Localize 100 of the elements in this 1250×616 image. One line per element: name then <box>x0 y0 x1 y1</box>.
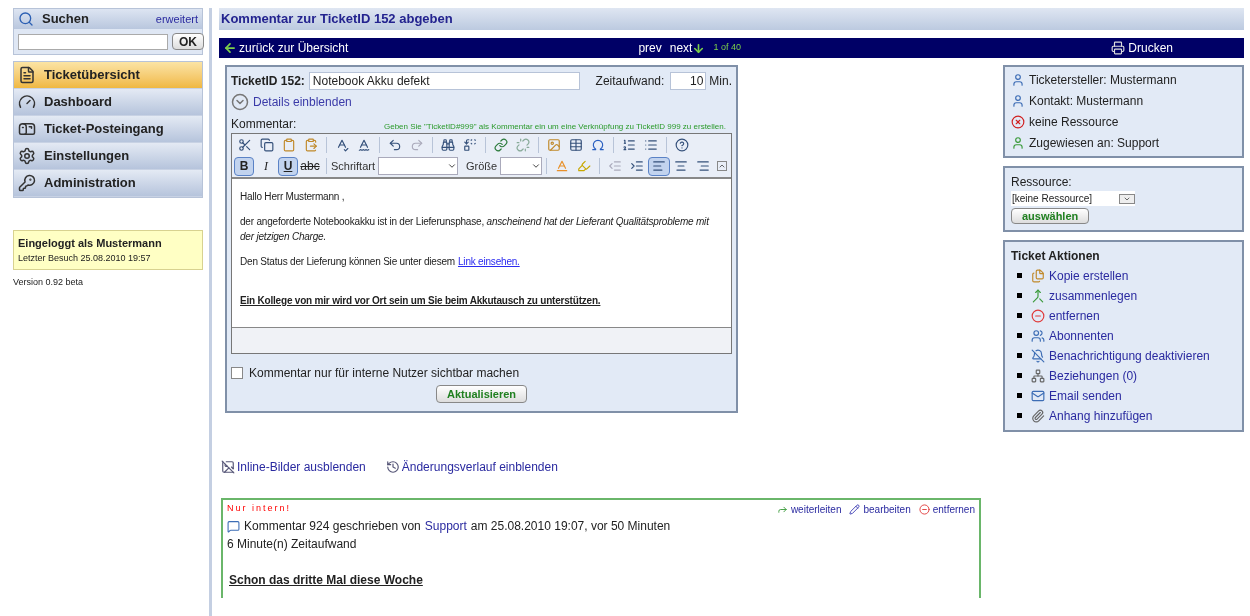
hint-text: Geben Sie "TicketID#999" als Kommentar ein um eine Verknüpfung zu TicketID 999 zu erstellen. <box>384 121 726 133</box>
nav-item[interactable]: Einstellungen <box>14 143 202 170</box>
search-title: Suchen <box>42 10 89 29</box>
history-icon <box>385 460 400 474</box>
comment-action[interactable]: entfernen <box>918 502 975 517</box>
ticket-title-field[interactable]: Notebook Akku defekt <box>308 72 580 90</box>
action-link[interactable]: Beziehungen (0) <box>1049 366 1138 385</box>
internal-label: Nur intern! <box>227 502 292 515</box>
bullet-icon <box>1017 293 1022 298</box>
key-icon <box>18 174 36 192</box>
editor-paragraph: Hallo Herr Mustermann , <box>240 190 346 204</box>
time-label: Zeitaufwand: <box>595 73 665 90</box>
action-link[interactable]: entfernen <box>1049 306 1100 325</box>
last-visit: Letzter Besuch 25.08.2010 19:57 <box>18 251 152 265</box>
back-arrow-icon <box>223 41 237 55</box>
actions-title: Ticket Aktionen <box>1011 247 1101 265</box>
editor-link[interactable]: Link einsehen. <box>458 254 520 269</box>
time-field[interactable]: 10 <box>670 72 707 90</box>
ticket-info: Kontakt: Mustermann <box>1029 93 1144 110</box>
search-field[interactable] <box>18 33 168 50</box>
paperclip-icon <box>1031 408 1045 423</box>
time-unit: Min. <box>709 73 732 90</box>
search-icon <box>18 11 34 27</box>
users-icon <box>1031 328 1045 343</box>
page-title: Kommentar zur TicketID 152 abgeben <box>219 8 1244 30</box>
login-status: Eingeloggt als Mustermann <box>18 236 163 251</box>
bell-off-icon <box>1031 348 1045 363</box>
dropdown-icon <box>1119 193 1135 204</box>
mail-icon <box>1031 388 1045 403</box>
action-link[interactable]: zusammenlegen <box>1049 286 1138 305</box>
size-label: Größe <box>466 158 498 174</box>
image-icon <box>221 460 235 474</box>
person-icon <box>1011 94 1025 108</box>
network-icon <box>1031 368 1045 383</box>
page-icon <box>18 66 36 84</box>
editor-paragraph: Den Status der Lieferung können Sie unter diesem <box>240 255 455 269</box>
gear-icon <box>18 147 36 165</box>
dropdown-icon <box>447 161 457 171</box>
page-counter: 1 of 40 <box>713 41 741 55</box>
format-button[interactable]: U <box>278 156 298 176</box>
ticket-info: Ticketersteller: Mustermann <box>1029 72 1177 89</box>
nav-item[interactable]: Administration <box>14 170 202 197</box>
bullet-icon <box>1017 393 1022 398</box>
bullet-icon <box>1017 313 1022 318</box>
format-button[interactable]: I <box>256 156 276 176</box>
comment-icon <box>227 519 240 533</box>
advanced-search-link[interactable]: erweitert <box>155 10 198 28</box>
comment-body: Schon das dritte Mal diese Woche <box>229 572 424 589</box>
author-link[interactable]: Support <box>424 517 467 535</box>
toggle-link[interactable]: Inline-Bilder ausblenden <box>221 458 366 476</box>
font-label: Schriftart <box>331 158 375 174</box>
action-link[interactable]: Kopie erstellen <box>1049 266 1129 285</box>
action-link[interactable]: Abonnenten <box>1049 326 1114 345</box>
editor-paragraph: der angeforderte Notebookakku ist in der Lieferunsphase, anscheinend hat der Lieferant Qualitätsprobleme mit der jetzigen Charge. <box>240 215 711 244</box>
bullet-icon <box>1017 373 1022 378</box>
action-link[interactable]: Benachrichtigung deaktivieren <box>1049 346 1210 365</box>
minus-circle-icon <box>1031 308 1045 323</box>
size-select[interactable] <box>500 157 543 175</box>
action-link[interactable]: Email senden <box>1049 386 1122 405</box>
dropdown-icon <box>531 161 542 171</box>
resource-label: Ressource: <box>1011 174 1073 191</box>
format-button[interactable]: B <box>234 156 254 176</box>
collapse-toolbar-icon <box>717 161 727 171</box>
nav-item[interactable]: Dashboard <box>14 89 202 116</box>
bullet-icon <box>1017 353 1022 358</box>
printer-icon <box>1111 41 1126 55</box>
ok-button[interactable]: OK <box>172 33 204 50</box>
expand-icon <box>231 93 249 111</box>
person-icon <box>1011 136 1025 150</box>
select-button[interactable]: auswählen <box>1011 208 1090 224</box>
comment-meta: Kommentar 924 geschrieben von <box>244 518 421 535</box>
back-link[interactable]: zurück zur Übersicht <box>223 39 349 57</box>
align-left-icon[interactable] <box>648 156 671 176</box>
comment-action[interactable]: weiterleiten <box>776 502 842 517</box>
update-button[interactable]: Aktualisieren <box>435 385 528 403</box>
toggle-link[interactable]: Änderungsverlauf einblenden <box>385 458 558 476</box>
comment-date: am 25.08.2010 19:07, vor 50 Minuten <box>470 518 671 535</box>
print-link[interactable]: Drucken <box>1111 39 1173 57</box>
action-link[interactable]: Anhang hinzufügen <box>1049 406 1153 425</box>
time-spent: 6 Minute(n) Zeitaufwand <box>227 536 358 553</box>
comment-action[interactable]: bearbeiten <box>849 502 911 517</box>
format-button[interactable]: abc <box>300 156 320 176</box>
ticket-info: Zugewiesen an: Support <box>1029 135 1160 152</box>
ticket-label: TicketID 152: <box>231 73 305 90</box>
minus-circle-icon <box>918 504 930 515</box>
version-label: Version 0.92 beta <box>13 276 85 289</box>
details-link[interactable]: Details einblenden <box>231 93 732 111</box>
next-link[interactable]: next <box>669 39 706 57</box>
mailbox-icon <box>18 120 36 138</box>
cross-icon <box>1011 115 1025 129</box>
bullet-icon <box>1017 333 1022 338</box>
merge-icon <box>1031 288 1045 303</box>
internal-checkbox[interactable]: Kommentar nur für interne Nutzer sichtbar machen <box>231 364 732 382</box>
prev-link[interactable]: prev <box>638 39 662 57</box>
bullet-icon <box>1017 273 1022 278</box>
bullet-icon <box>1017 413 1022 418</box>
nav-item[interactable]: Ticketübersicht <box>14 62 202 89</box>
nav-item[interactable]: Ticket-Posteingang <box>14 116 202 143</box>
resource-select[interactable]: [keine Ressource] <box>1011 191 1135 206</box>
pencil-icon <box>849 504 861 515</box>
